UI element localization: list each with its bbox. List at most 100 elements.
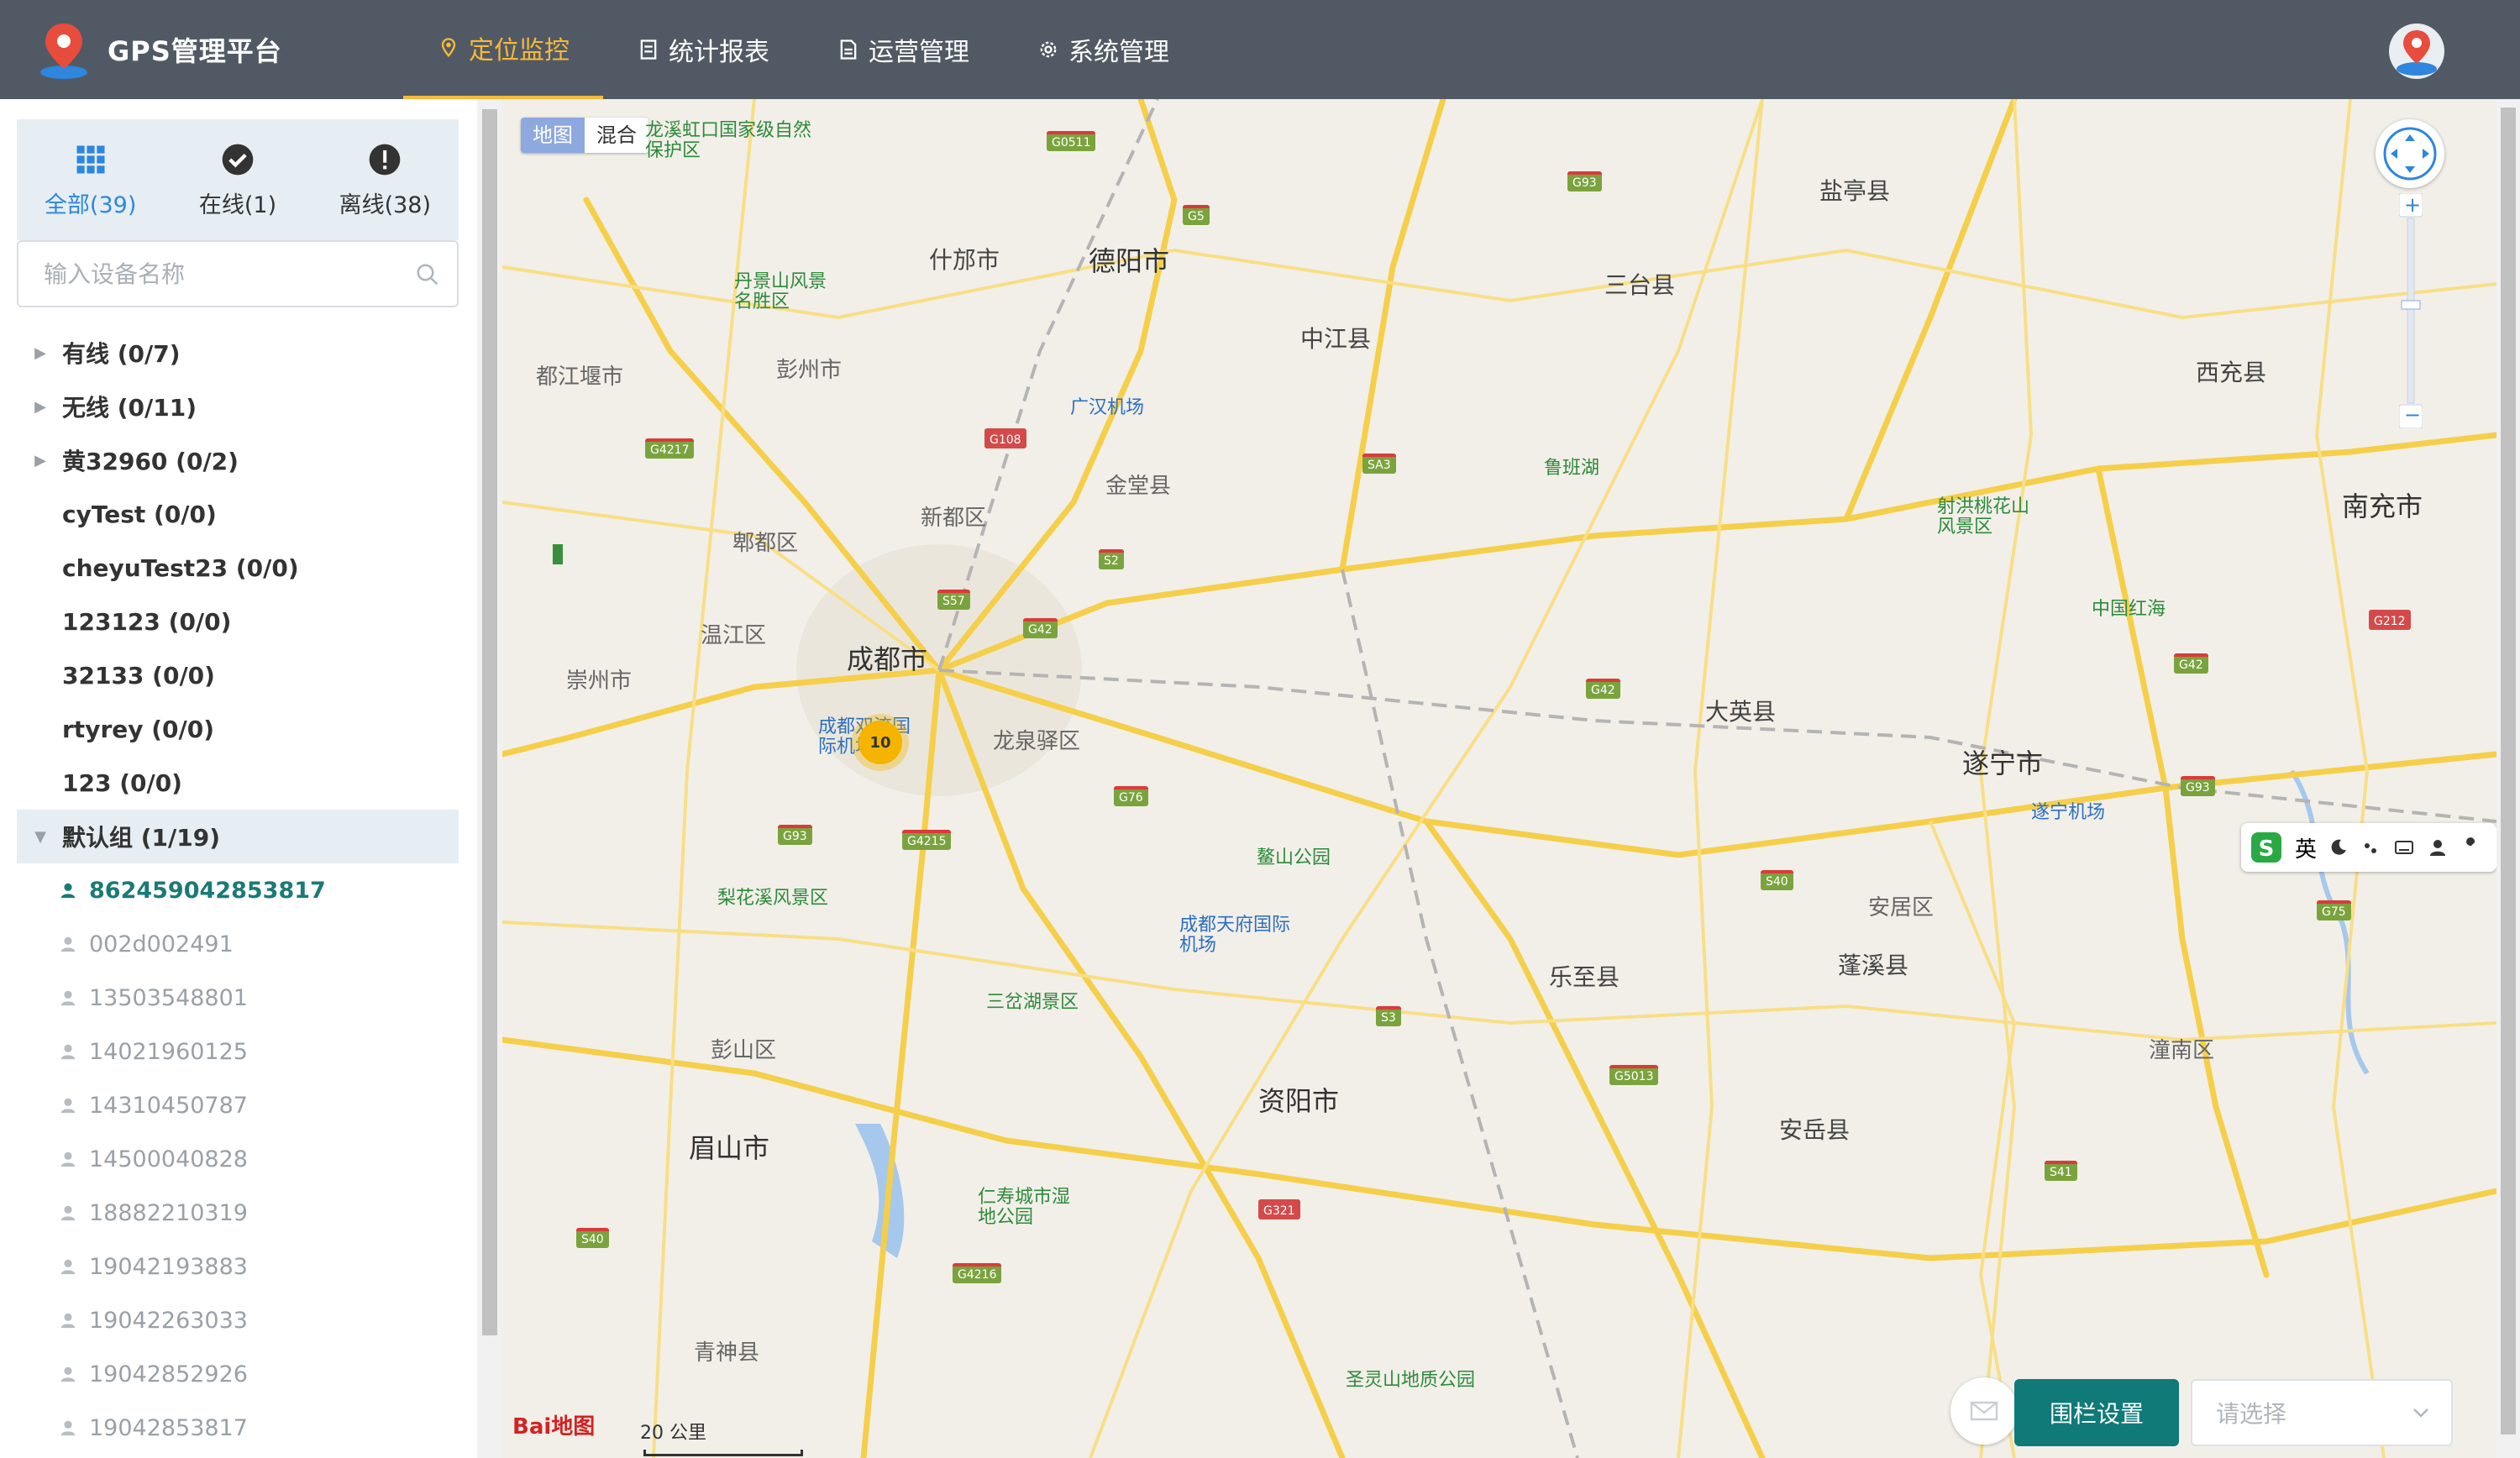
svg-text:S: S — [2259, 837, 2275, 862]
nav-tab-label: 运营管理 — [869, 38, 969, 67]
fence-select[interactable]: 请选择 — [2191, 1379, 2453, 1446]
map-poi-scenic[interactable]: 中国红海 — [2092, 600, 2166, 620]
map-poi-scenic[interactable]: 三岔湖景区 — [986, 993, 1079, 1013]
map-poi-scenic[interactable]: 丹景山风景名胜区 — [734, 272, 843, 312]
grid-icon — [76, 145, 105, 173]
device-row-offline[interactable]: 19042852926 — [17, 1347, 459, 1401]
map-poi-airport[interactable]: 遂宁机场 — [2031, 803, 2105, 823]
map-poi-scenic[interactable]: 龙溪虹口国家级自然保护区 — [645, 121, 813, 161]
caret-right-icon[interactable]: ▶ — [29, 341, 52, 364]
nav-tab-system[interactable]: 系统管理 — [1003, 0, 1203, 99]
map-district-label: 温江区 — [701, 623, 767, 648]
highway-shield: G93 — [2181, 776, 2215, 796]
group-row[interactable]: ▶cyTest (0/0) — [17, 487, 459, 541]
caret-down-icon[interactable]: ▼ — [29, 825, 52, 848]
map-poi-scenic[interactable]: 射洪桃花山风景区 — [1937, 497, 2046, 538]
device-row-online[interactable]: 862459042853817 — [17, 863, 459, 917]
map-poi-scenic[interactable]: 鲁班湖 — [1544, 459, 1599, 479]
highway-shield: G5 — [1183, 205, 1210, 225]
device-row-offline[interactable]: 14021960125 — [17, 1025, 459, 1078]
highway-shield: G212 — [2369, 610, 2411, 630]
group-row-default-expanded[interactable]: ▼ 默认组 (1/19) — [17, 810, 459, 863]
map-city-label: 眉山市 — [689, 1132, 770, 1164]
map-district-label: 彭山区 — [711, 1038, 777, 1063]
device-row-offline[interactable]: 13503548801 — [17, 971, 459, 1025]
nav-tab-label: 系统管理 — [1068, 38, 1169, 67]
map-pan-control[interactable] — [2376, 119, 2444, 188]
ime-toolbar[interactable]: S 英 — [2241, 823, 2496, 872]
map-scale-label: 20 公里 — [640, 1423, 706, 1444]
map-district-label: 潼南区 — [2149, 1038, 2215, 1063]
group-row[interactable]: ▶123 (0/0) — [17, 756, 459, 810]
map-district-label: 郫都区 — [732, 531, 799, 556]
ime-language-label[interactable]: 英 — [2295, 832, 2317, 863]
keyboard-icon[interactable] — [2392, 837, 2416, 857]
device-id: 19042193883 — [89, 1253, 248, 1280]
group-label: 32133 (0/0) — [62, 661, 215, 690]
device-id: 18882210319 — [89, 1199, 248, 1226]
device-id: 14021960125 — [89, 1038, 248, 1065]
zoom-out-button[interactable]: − — [2404, 403, 2421, 427]
group-row[interactable]: ▶cheyuTest23 (0/0) — [17, 541, 459, 595]
nav-tab-reports[interactable]: 统计报表 — [603, 0, 803, 99]
zoom-in-button[interactable]: + — [2404, 193, 2421, 217]
map-poi-scenic[interactable]: 梨花溪风景区 — [717, 889, 828, 909]
device-row-offline[interactable]: 18882210319 — [17, 1186, 459, 1240]
sidebar-scrollbar[interactable] — [477, 99, 502, 1458]
tab-online-devices[interactable]: 在线(1) — [164, 119, 311, 240]
group-row[interactable]: ▶123123 (0/0) — [17, 595, 459, 648]
highway-shield: S40 — [576, 1228, 609, 1248]
nav-tab-label: 统计报表 — [669, 38, 769, 67]
nav-tab-operations[interactable]: 运营管理 — [803, 0, 1003, 99]
map-zoom-slider[interactable] — [2398, 192, 2423, 429]
vehicle-cluster-marker[interactable]: 10 — [858, 721, 902, 764]
caret-right-icon[interactable]: ▶ — [29, 395, 52, 418]
device-row-offline[interactable]: 14310450787 — [17, 1078, 459, 1132]
group-row[interactable]: ▶32133 (0/0) — [17, 648, 459, 702]
fence-settings-button[interactable]: 围栏设置 — [2014, 1379, 2179, 1446]
caret-right-icon[interactable]: ▶ — [29, 448, 52, 472]
device-row-offline[interactable]: 19042263033 — [17, 1293, 459, 1347]
moon-icon[interactable] — [2328, 837, 2349, 857]
wrench-icon[interactable] — [2460, 837, 2480, 857]
message-button[interactable] — [1950, 1377, 2018, 1445]
group-row[interactable]: ▶ 黄32960 (0/2) — [17, 433, 459, 487]
highway-shield: G321 — [1258, 1199, 1300, 1219]
device-row-offline[interactable]: 19042853817 — [17, 1401, 459, 1455]
group-label: 123123 (0/0) — [62, 607, 232, 636]
map-poi-airport[interactable]: 广汉机场 — [1070, 398, 1144, 418]
scrollbar-thumb[interactable] — [482, 109, 497, 1335]
group-row[interactable]: ▶rtyrey (0/0) — [17, 702, 459, 756]
map-poi-airport[interactable]: 成都天府国际机场 — [1179, 915, 1297, 956]
punctuation-icon[interactable] — [2360, 837, 2381, 857]
tab-offline-devices[interactable]: 离线(38) — [312, 119, 459, 240]
map-type-map-button[interactable]: 地图 — [521, 118, 585, 153]
user-icon — [60, 990, 76, 1006]
nav-tab-location-monitor[interactable]: 定位监控 — [403, 0, 603, 99]
user-icon — [60, 1098, 76, 1114]
search-icon[interactable] — [415, 262, 440, 287]
avatar-pin-icon — [2397, 30, 2437, 76]
user-icon — [60, 1151, 76, 1167]
map-county-label: 安岳县 — [1779, 1116, 1851, 1144]
map-poi-scenic[interactable]: 圣灵山地质公园 — [1346, 1371, 1475, 1391]
tab-all-devices[interactable]: 全部(39) — [17, 119, 164, 240]
group-row[interactable]: ▶ 无线 (0/11) — [17, 380, 459, 433]
page-scrollbar[interactable] — [2496, 99, 2520, 1458]
device-row-offline[interactable]: 14500040828 — [17, 1132, 459, 1186]
user-avatar[interactable] — [2389, 24, 2444, 79]
map-scale-bar — [643, 1450, 803, 1456]
highway-shield: S57 — [937, 590, 970, 610]
tab-label: 离线(38) — [339, 191, 432, 218]
map-view[interactable]: 地图 混合 成都市 德阳市 遂宁市 资阳市 眉山市 南充市 大英县 中江县 什邡… — [502, 99, 2496, 1458]
map-poi-scenic[interactable]: 仁寿城市湿地公园 — [978, 1188, 1070, 1228]
gear-icon — [1040, 41, 1057, 58]
user-icon[interactable] — [2428, 837, 2448, 857]
group-row[interactable]: ▶ 有线 (0/7) — [17, 326, 459, 380]
device-row-offline[interactable]: 002d002491 — [17, 917, 459, 971]
device-row-offline[interactable]: 19042193883 — [17, 1240, 459, 1293]
scrollbar-thumb[interactable] — [2501, 108, 2516, 1434]
map-poi-scenic[interactable]: 鳌山公园 — [1257, 848, 1331, 868]
device-search-input[interactable] — [18, 242, 388, 306]
map-type-hybrid-button[interactable]: 混合 — [585, 118, 648, 153]
